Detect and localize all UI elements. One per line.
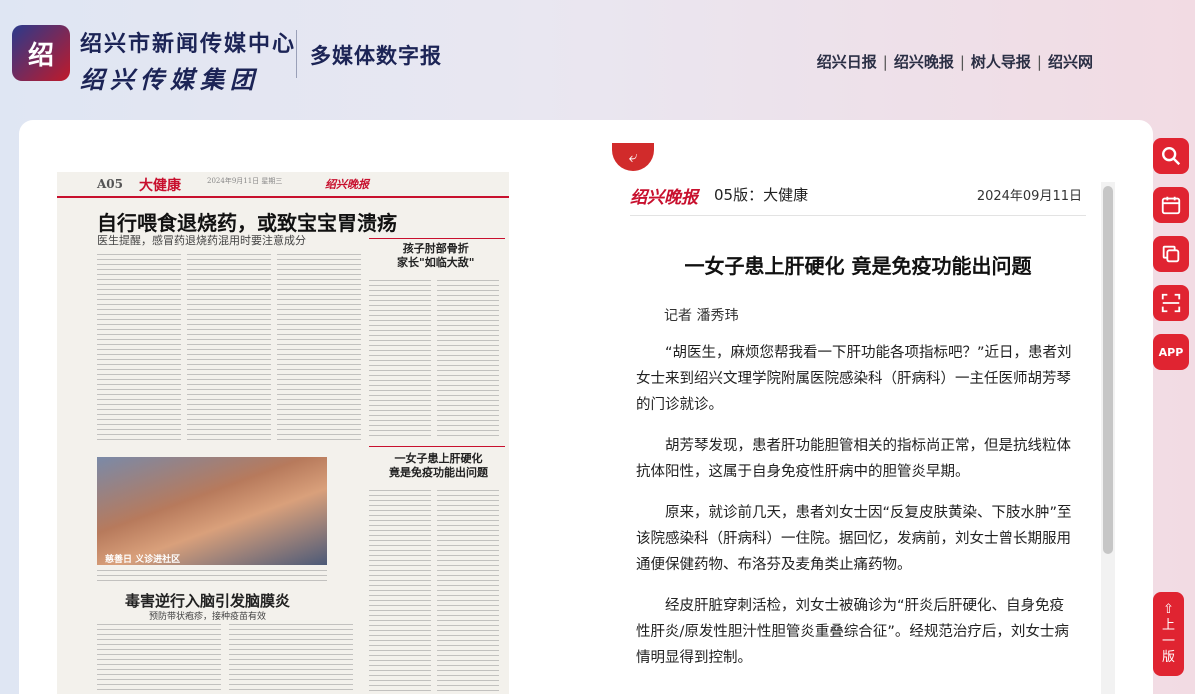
photo-caption: 慈善日 义诊进社区	[105, 555, 181, 565]
site-subtitle: 多媒体数字报	[310, 44, 442, 68]
paper-side-headline-1[interactable]: 孩子肘部骨折 家长"如临大敌"	[397, 242, 474, 270]
paper-page-number: A05	[97, 177, 124, 191]
article-paragraph: 胡芳琴发现，患者肝功能胆管相关的指标尚正常，但是抗线粒体抗体阳性，这属于自身免疫…	[636, 438, 1071, 480]
article-brand: 绍兴晚报	[630, 188, 698, 208]
section-rule	[369, 446, 505, 447]
text-column	[229, 624, 353, 694]
caption-text	[97, 570, 327, 584]
prev-label-3: 版	[1161, 650, 1175, 665]
logo-divider	[296, 30, 297, 78]
link-separator: |	[1036, 52, 1042, 71]
article-author: 记者 潘秀玮	[664, 308, 739, 324]
newspaper-page[interactable]: A05 大健康 2024年9月11日 星期三 绍兴晚报 自行喂食退烧药，或致宝宝…	[57, 172, 509, 694]
top-links: 绍兴日报 | 绍兴晚报 | 树人导报 | 绍兴网	[817, 51, 1093, 72]
paper-section: 大健康	[139, 178, 181, 194]
logo-text: 绍兴市新闻传媒中心 绍兴传媒集团	[80, 26, 296, 95]
logo-icon[interactable]: 绍	[12, 25, 70, 81]
link-shaoxing-evening[interactable]: 绍兴晚报	[894, 51, 954, 72]
calendar-button[interactable]	[1153, 187, 1189, 223]
article-edition: 05版：大健康	[714, 186, 809, 204]
search-icon	[1162, 147, 1181, 166]
logo-line1: 绍兴市新闻传媒中心	[80, 31, 297, 57]
article-title: 一女子患上肝硬化 竟是免疫功能出问题	[684, 254, 1032, 278]
link-separator: |	[882, 52, 888, 71]
text-column	[437, 280, 499, 440]
paper-masthead: 绍兴晚报	[325, 178, 369, 191]
return-arrow-icon: ⤶	[628, 147, 638, 166]
app-button[interactable]: APP	[1153, 334, 1189, 370]
text-column	[187, 254, 271, 444]
link-separator: |	[959, 52, 965, 71]
calendar-icon	[1161, 196, 1181, 215]
scrollbar-thumb[interactable]	[1103, 186, 1113, 554]
article-header: 绍兴晚报 05版：大健康 2024年09月11日	[630, 180, 1086, 216]
copy-icon	[1162, 245, 1180, 263]
paper-bottom-headline[interactable]: 毒害逆行入脑引发脑膜炎	[125, 590, 290, 611]
news-photo[interactable]	[97, 457, 327, 565]
paper-bottom-sub: 预防带状疱疹，接种疫苗有效	[149, 612, 267, 622]
scan-button[interactable]	[1153, 285, 1189, 321]
paper-meta: 2024年9月11日 星期三	[207, 177, 283, 185]
article-date: 2024年09月11日	[976, 189, 1082, 204]
prev-label-2: 一	[1161, 634, 1175, 649]
paper-headline-sub: 医生提醒，感冒药退烧药混用时要注意成分	[97, 234, 306, 247]
app-label: APP	[1158, 345, 1184, 359]
link-shuren-guide[interactable]: 树人导报	[971, 51, 1031, 72]
text-column	[369, 280, 431, 440]
side-headline-1-text: 孩子肘部骨折 家长"如临大敌"	[397, 242, 475, 269]
text-column	[97, 254, 181, 444]
text-column	[437, 490, 499, 694]
search-button[interactable]	[1153, 138, 1189, 174]
article-paragraph: 原来，就诊前几天，患者刘女士因“反复皮肤黄染、下肢水肿”至该院感染科（肝病科）一…	[636, 505, 1072, 573]
copy-button[interactable]	[1153, 236, 1189, 272]
logo-line2: 绍兴传媒集团	[80, 65, 260, 94]
text-column	[277, 254, 361, 444]
article-body[interactable]: 一女子患上肝硬化 竟是免疫功能出问题 记者 潘秀玮 “胡医生，麻烦您帮我看一下肝…	[630, 228, 1086, 694]
paper-header-bar	[57, 172, 509, 198]
link-shaoxing-web[interactable]: 绍兴网	[1048, 51, 1093, 72]
link-shaoxing-daily[interactable]: 绍兴日报	[817, 51, 877, 72]
arrow-up-icon: ⇧	[1163, 602, 1174, 617]
paper-side-headline-2[interactable]: 一女子患上肝硬化 竟是免疫功能出问题	[389, 452, 488, 480]
text-column	[369, 490, 431, 694]
prev-label-1: 上	[1161, 618, 1175, 633]
text-column	[97, 624, 221, 694]
side-headline-2-text: 一女子患上肝硬化 竟是免疫功能出问题	[389, 452, 488, 479]
scan-icon	[1161, 293, 1181, 313]
previous-page-button[interactable]: ⇧ 上 一 版	[1153, 592, 1184, 676]
article-paragraph: “胡医生，麻烦您帮我看一下肝功能各项指标吧？”近日，患者刘女士来到绍兴文理学院附…	[636, 345, 1072, 413]
article-paragraph: 经皮肝脏穿刺活检，刘女士被确诊为“肝炎后肝硬化、自身免疫性肝炎/原发性胆汁性胆管…	[636, 598, 1069, 666]
article-scrollbar[interactable]	[1101, 182, 1115, 694]
section-rule	[369, 238, 505, 239]
